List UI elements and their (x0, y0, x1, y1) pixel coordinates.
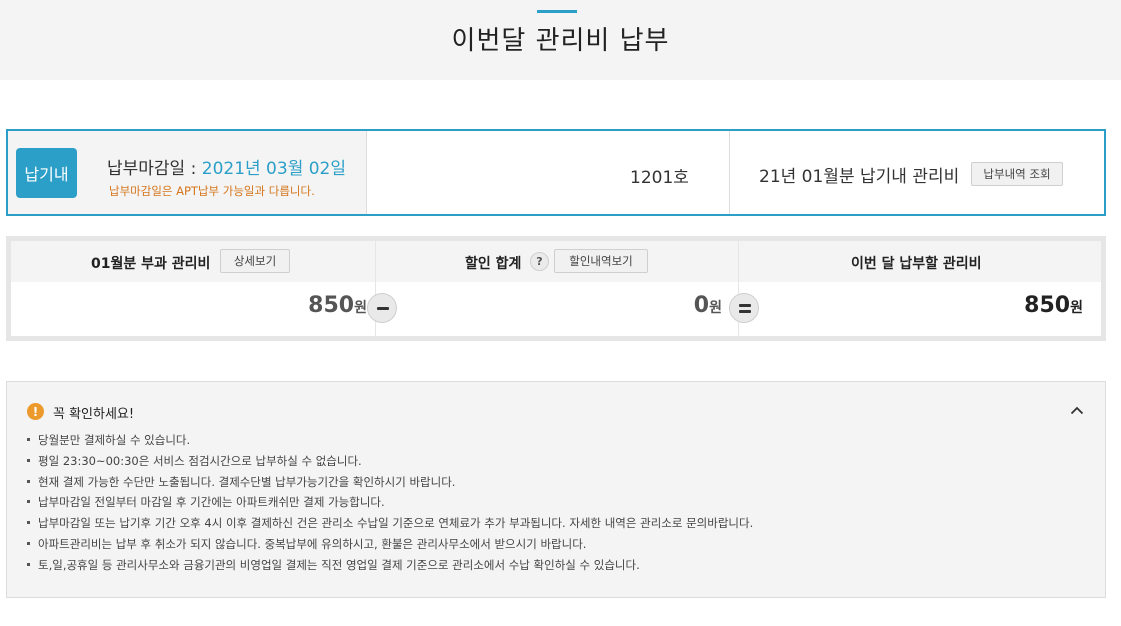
due-date-label: 납부마감일 : (107, 159, 202, 179)
page-title: 이번달 관리비 납부 (451, 26, 670, 56)
total-fee-amount: 850원 (1024, 293, 1083, 318)
notice-box: ! 꼭 확인하세요! 당월분만 결제하실 수 있습니다. 평일 23:30~00… (6, 381, 1106, 598)
billing-month-label: 21년 01월분 납기내 관리비 (759, 167, 960, 187)
notice-item: 평일 23:30~00:30은 서비스 점검시간으로 납부하실 수 없습니다. (27, 451, 753, 472)
discount-header: 할인 합계 ? 할인내역보기 (376, 241, 738, 282)
charged-fee-header: 01월분 부과 관리비 상세보기 (11, 241, 375, 282)
unit-number: 1201호 (630, 168, 689, 188)
fee-detail-button[interactable]: 상세보기 (220, 249, 290, 273)
charged-fee-currency: 원 (354, 300, 367, 316)
notice-item: 납부마감일 전일부터 마감일 후 기간에는 아파트캐쉬만 결제 가능합니다. (27, 492, 753, 513)
chevron-up-icon[interactable] (1070, 405, 1084, 415)
due-status-badge: 납기내 (16, 148, 77, 198)
notice-item: 아파트관리비는 납부 후 취소가 되지 않습니다. 중복납부에 유의하시고, 환… (27, 534, 753, 555)
total-fee-value: 850 (1024, 293, 1071, 318)
due-date-cell: 납기내 납부마감일 : 2021년 03월 02일 납부마감일은 APT납부 가… (8, 131, 367, 214)
title-accent-bar (537, 10, 577, 13)
discount-total-label: 할인 합계 (465, 256, 522, 272)
notice-list: 당월분만 결제하실 수 있습니다. 평일 23:30~00:30은 서비스 점검… (27, 430, 753, 576)
discount-amount: 0원 (694, 293, 722, 318)
discount-currency: 원 (709, 300, 722, 316)
total-fee-label: 이번 달 납부할 관리비 (851, 256, 982, 272)
total-fee-currency: 원 (1070, 300, 1083, 316)
charged-fee-value: 850 (308, 293, 355, 318)
notice-title: 꼭 확인하세요! (53, 407, 135, 422)
payment-history-button[interactable]: 납부내역 조회 (971, 162, 1063, 186)
billing-month-cell: 21년 01월분 납기내 관리비 납부내역 조회 (731, 131, 1104, 214)
minus-icon (367, 293, 397, 323)
notice-item: 납부마감일 또는 납기후 기간 오후 4시 이후 결제하신 건은 관리소 수납일… (27, 513, 753, 534)
equals-icon (729, 293, 759, 323)
discount-value: 0 (693, 293, 710, 318)
warning-icon: ! (27, 403, 44, 420)
unit-cell: 1201호 (368, 131, 730, 214)
charged-fee-amount: 850원 (308, 293, 367, 318)
notice-item: 토,일,공휴일 등 관리사무소와 금융기관의 비영업일 결제는 직전 영업일 결… (27, 555, 753, 576)
notice-item: 현재 결제 가능한 수단만 노출됩니다. 결제수단별 납부가능기간을 확인하시기… (27, 472, 753, 493)
notice-item: 당월분만 결제하실 수 있습니다. (27, 430, 753, 451)
total-fee-header: 이번 달 납부할 관리비 (739, 241, 1101, 282)
discount-detail-button[interactable]: 할인내역보기 (554, 249, 648, 273)
help-icon[interactable]: ? (530, 252, 549, 271)
due-date-value: 2021년 03월 02일 (201, 159, 347, 179)
total-fee-column: 이번 달 납부할 관리비 850원 (739, 241, 1101, 336)
charged-fee-label: 01월분 부과 관리비 (91, 256, 211, 272)
fee-calculation-panel: 01월분 부과 관리비 상세보기 850원 할인 합계 ? 할인내역보기 0원 … (6, 236, 1106, 341)
discount-column: 할인 합계 ? 할인내역보기 0원 (376, 241, 738, 336)
page-header: 이번달 관리비 납부 (0, 0, 1121, 80)
charged-fee-column: 01월분 부과 관리비 상세보기 850원 (11, 241, 375, 336)
due-date-row: 납부마감일 : 2021년 03월 02일 (107, 154, 346, 179)
due-date-note: 납부마감일은 APT납부 가능일과 다릅니다. (109, 184, 315, 198)
billing-info-panel: 납기내 납부마감일 : 2021년 03월 02일 납부마감일은 APT납부 가… (6, 129, 1106, 216)
